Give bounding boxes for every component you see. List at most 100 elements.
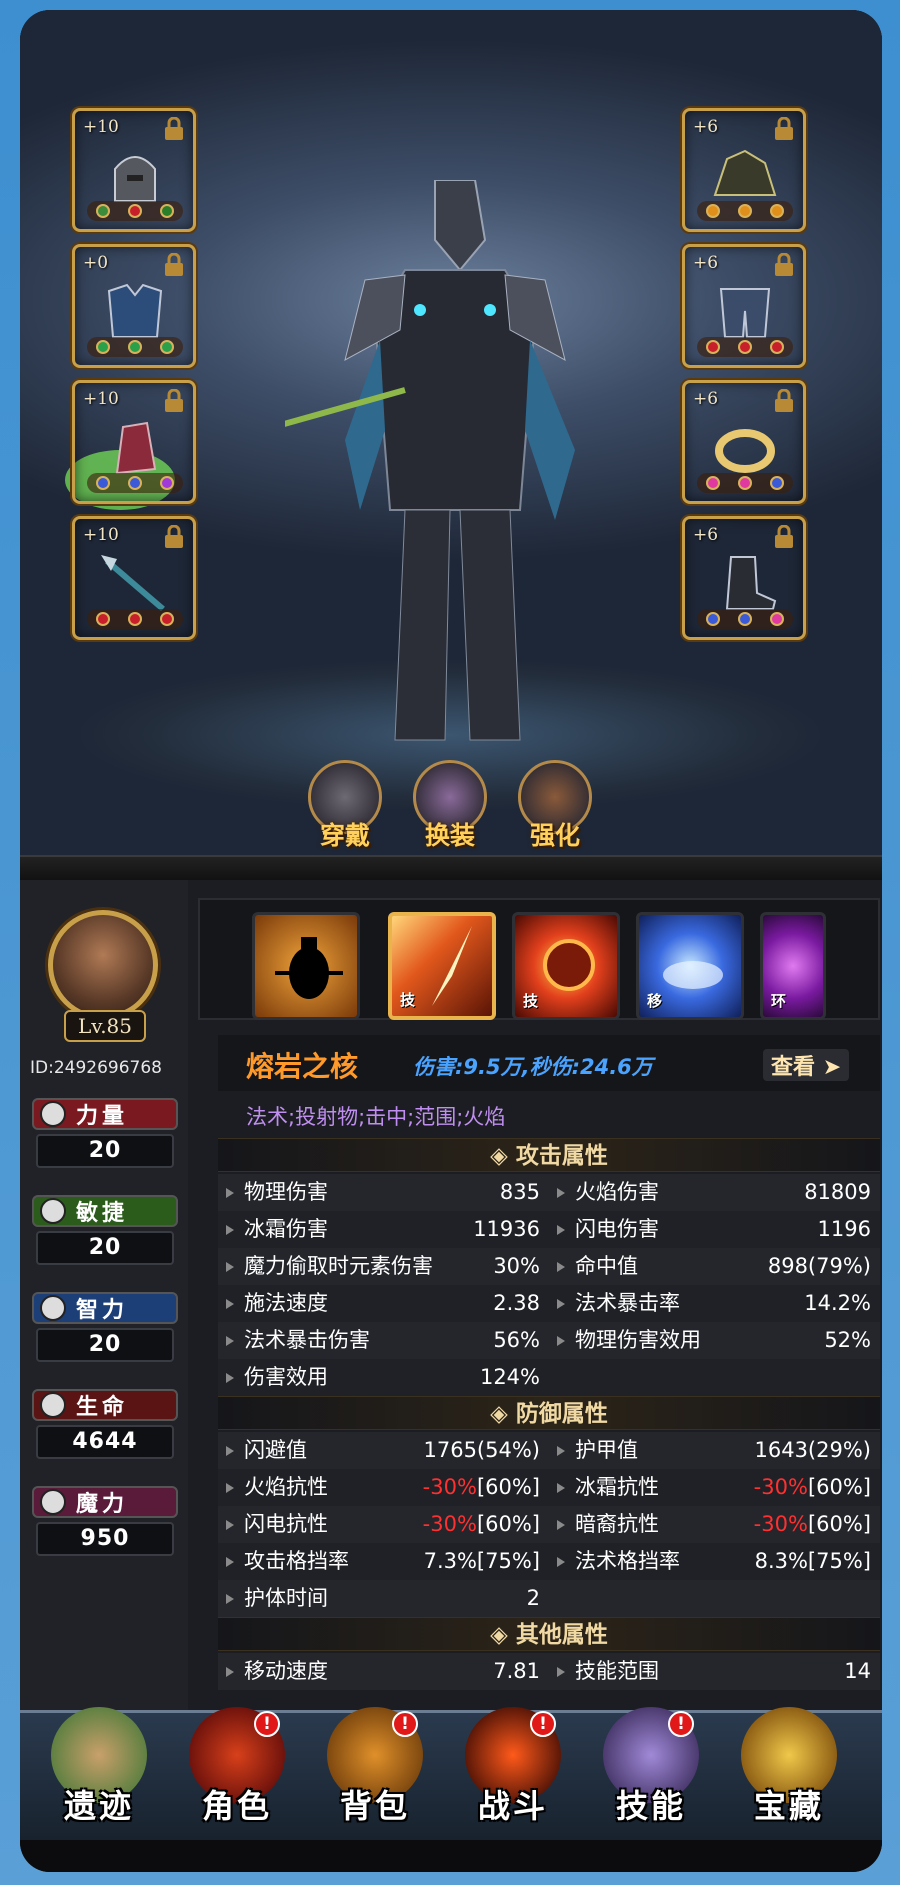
skill-tag: 移 (647, 992, 663, 1010)
equip-slot-armor[interactable]: +0 (72, 244, 196, 368)
attr-row: 物理伤害 835 火焰伤害 81809 (218, 1174, 880, 1211)
wear-button[interactable]: 穿戴 (300, 760, 390, 860)
lock-icon (775, 117, 793, 140)
hero-character (285, 180, 575, 741)
skill-name: 熔岩之核 (246, 1050, 359, 1083)
attr-value: 56% (493, 1328, 540, 1352)
nav-label: 背包 (339, 1787, 410, 1825)
attr-row: 火焰抗性 -30%[60%] 冰霜抗性 -30%[60%] (218, 1469, 880, 1506)
attr-row: 法术暴击伤害 56% 物理伤害效用 52% (218, 1322, 880, 1359)
skill-tag: 技 (400, 991, 416, 1009)
gauntlet-icon (115, 421, 157, 475)
attr-value: -30%[60%] (753, 1475, 871, 1499)
swap-outfit-button[interactable]: 换装 (405, 760, 495, 860)
bottom-strip (20, 1840, 882, 1872)
lock-icon (165, 525, 183, 548)
nav-battle[interactable]: 战斗! (448, 1707, 578, 1837)
attr-value: 11936 (473, 1217, 540, 1241)
shoulder-armor-icon (713, 149, 777, 196)
health-icon (40, 1392, 66, 1418)
equip-slot-gloves[interactable]: +10 (72, 380, 196, 504)
attr-value: 7.3%[75%] (423, 1549, 540, 1573)
leg-armor-icon (719, 288, 771, 338)
nav-treasure[interactable]: 宝藏 (724, 1707, 854, 1837)
alert-badge: ! (668, 1711, 694, 1737)
gem-sockets (697, 337, 793, 357)
equip-slot-helmet[interactable]: +10 (72, 108, 196, 232)
attr-value: 7.81 (493, 1659, 540, 1683)
nav-character[interactable]: 角色! (172, 1707, 302, 1837)
stat-agility: 敏捷 20 (32, 1195, 178, 1269)
gem-sockets (87, 337, 183, 357)
attr-row: 魔力偷取时元素伤害 30% 命中值 898(79%) (218, 1248, 880, 1285)
enhance-level: +6 (693, 117, 719, 137)
stat-value: 20 (36, 1134, 174, 1168)
equip-slot-ring[interactable]: +6 (682, 380, 806, 504)
helmet-icon (114, 156, 156, 202)
enhance-level: +6 (693, 389, 719, 409)
alert-badge: ! (530, 1711, 556, 1737)
agility-icon (40, 1198, 66, 1224)
level-badge: Lv.85 (64, 1010, 146, 1042)
lock-icon (775, 253, 793, 276)
skill-info-panel: 熔岩之核 伤害:9.5万,秒伤:24.6万 查看 ➤ 法术;投射物;击中;范围;… (218, 1035, 880, 1725)
attr-value: 1196 (817, 1217, 871, 1241)
attr-value: 2.38 (493, 1291, 540, 1315)
stat-strength: 力量 20 (32, 1098, 178, 1172)
bottom-nav: 遗迹 角色! 背包! 战斗! 技能! 宝藏 (20, 1707, 882, 1840)
gem-sockets (87, 473, 183, 493)
view-button[interactable]: 查看 ➤ (763, 1049, 850, 1081)
character-panel: Lv.85 ID:2492696768 力量 20 敏捷 20 智力 20 生命… (20, 880, 882, 1740)
nav-label: 角色 (201, 1787, 272, 1825)
lock-icon (165, 117, 183, 140)
avatar[interactable] (48, 910, 158, 1020)
equip-slot-weapon[interactable]: +10 (72, 516, 196, 640)
enhance-level: +0 (83, 253, 109, 273)
skill-slot-4[interactable]: 移 (636, 912, 744, 1020)
nav-skill-book[interactable]: 技能! (586, 1707, 716, 1837)
enhance-level: +10 (83, 389, 119, 409)
chest-armor-icon (107, 283, 163, 338)
nav-ruins[interactable]: 遗迹 (34, 1707, 164, 1837)
attr-value: 14.2% (804, 1291, 871, 1315)
attr-value: 81809 (804, 1180, 871, 1204)
attr-value: -30%[60%] (422, 1512, 540, 1536)
mana-icon (40, 1489, 66, 1515)
attr-value: -30%[60%] (422, 1475, 540, 1499)
skill-tags: 法术;投射物;击中;范围;火焰 (246, 1105, 506, 1129)
lock-icon (775, 525, 793, 548)
attr-value: 898(79%) (767, 1254, 871, 1278)
attr-row: 攻击格挡率 7.3%[75%] 法术格挡率 8.3%[75%] (218, 1543, 880, 1580)
attr-row: 冰霜伤害 11936 闪电伤害 1196 (218, 1211, 880, 1248)
gem-sockets (87, 609, 183, 629)
attr-value: 124% (479, 1365, 540, 1389)
equip-slot-boots[interactable]: +6 (682, 516, 806, 640)
gem-sockets (697, 201, 793, 221)
attribute-column: Lv.85 ID:2492696768 力量 20 敏捷 20 智力 20 生命… (20, 880, 188, 1740)
stat-label: 敏捷 (32, 1195, 178, 1227)
stat-label: 生命 (32, 1389, 178, 1421)
stat-value: 4644 (36, 1425, 174, 1459)
ring-icon (715, 429, 775, 473)
lock-icon (165, 253, 183, 276)
attr-value: 52% (824, 1328, 871, 1352)
skill-slot-2[interactable]: 技 (388, 912, 496, 1020)
equip-slot-shoulder[interactable]: +6 (682, 108, 806, 232)
stat-value: 20 (36, 1231, 174, 1265)
nav-backpack[interactable]: 背包! (310, 1707, 440, 1837)
enhance-level: +10 (83, 525, 119, 545)
enhance-button[interactable]: 强化 (510, 760, 600, 860)
enhance-label: 强化 (529, 821, 580, 850)
skill-header: 熔岩之核 伤害:9.5万,秒伤:24.6万 查看 ➤ (218, 1035, 880, 1091)
enhance-level: +10 (83, 117, 119, 137)
skill-slot-1[interactable] (252, 912, 360, 1020)
equip-slot-belt[interactable]: +6 (682, 244, 806, 368)
attr-row: 闪电抗性 -30%[60%] 暗裔抗性 -30%[60%] (218, 1506, 880, 1543)
nav-label: 战斗 (477, 1787, 548, 1825)
skill-slot-3[interactable]: 技 (512, 912, 620, 1020)
character-scene: +10 +0 +10 +10 +6 +6 +6 +6 穿戴 换装 强化 (20, 10, 882, 860)
swap-label: 换装 (424, 821, 475, 850)
skill-slot-5[interactable]: 环 (760, 912, 826, 1020)
lock-icon (165, 389, 183, 412)
attr-row: 移动速度 7.81 技能范围 14 (218, 1653, 880, 1690)
